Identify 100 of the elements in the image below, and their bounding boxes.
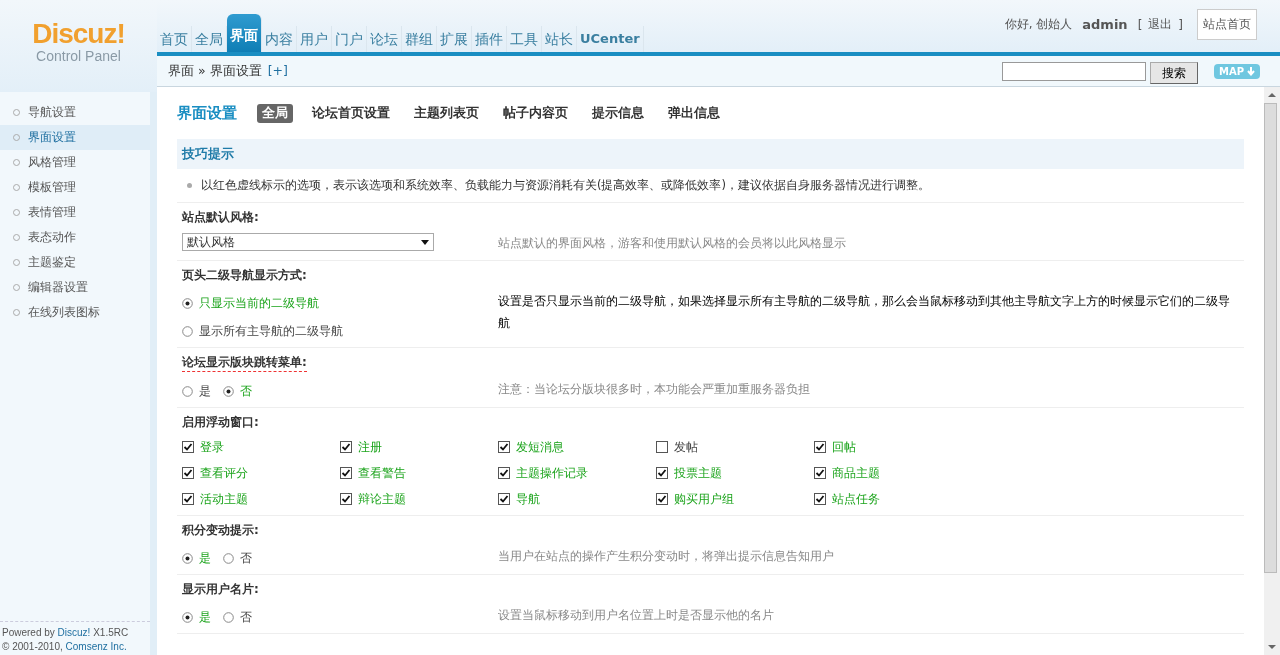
add-link[interactable]: [+] <box>267 62 288 78</box>
option-label[interactable]: 是 <box>199 382 211 400</box>
option-label[interactable]: 商品主题 <box>832 464 880 482</box>
option-label[interactable]: 回帖 <box>832 438 856 456</box>
setting-description: 注意：当论坛分版块很多时，本功能会严重加重服务器负担 <box>498 381 811 398</box>
search-field[interactable] <box>1001 61 1146 81</box>
option-label[interactable]: 否 <box>240 549 252 567</box>
option-label[interactable]: 注册 <box>358 438 382 456</box>
checkbox[interactable] <box>656 441 668 453</box>
setting-label: 论坛显示版块跳转菜单: <box>182 354 307 372</box>
tip-text: 以红色虚线标示的选项，表示该选项和系统效率、负载能力与资源消耗有关(提高效率、或降低效率)，建议依据自身服务器情况进行调整。 <box>201 178 930 193</box>
sidebar-item[interactable]: 模板管理 <box>0 175 150 200</box>
option-label[interactable]: 是 <box>199 549 211 567</box>
down-arrow-icon <box>1247 66 1255 76</box>
checkbox[interactable] <box>182 467 194 479</box>
option-label[interactable]: 查看警告 <box>358 464 406 482</box>
scroll-thumb[interactable] <box>1264 103 1277 573</box>
logo-text: Discuz! <box>32 20 125 48</box>
checkbox[interactable] <box>498 441 510 453</box>
bullet-icon <box>187 183 192 188</box>
option-label[interactable]: 购买用户组 <box>674 490 734 508</box>
setting-description: 设置当鼠标移动到用户名位置上时是否显示他的名片 <box>498 607 775 624</box>
sidebar-item[interactable]: 风格管理 <box>0 150 150 175</box>
option-label[interactable]: 否 <box>240 608 252 626</box>
section-tab[interactable]: 提示信息 <box>587 103 649 123</box>
setting-label: 启用浮动窗口: <box>182 414 259 431</box>
option-label[interactable]: 活动主题 <box>200 490 248 508</box>
checkbox[interactable] <box>814 493 826 505</box>
option-label[interactable]: 发帖 <box>674 438 698 456</box>
setting-label: 积分变动提示: <box>182 522 259 539</box>
radio-button[interactable] <box>223 611 234 623</box>
bracket-text: [ <box>1137 17 1143 32</box>
radio-button[interactable] <box>182 611 193 623</box>
section-tab[interactable]: 全局 <box>257 103 293 123</box>
option-label[interactable]: 登录 <box>200 438 224 456</box>
section-tab[interactable]: 主题列表页 <box>409 103 484 123</box>
tips-title: 技巧提示 <box>177 139 1244 169</box>
option-label[interactable]: 导航 <box>516 490 540 508</box>
checkbox[interactable] <box>182 441 194 453</box>
sidebar-item[interactable]: 在线列表图标 <box>0 300 150 325</box>
setting-description: 站点默认的界面风格，游客和使用默认风格的会员将以此风格显示 <box>498 235 847 252</box>
checkbox[interactable] <box>340 467 352 479</box>
bullet-icon <box>13 234 20 241</box>
option-label[interactable]: 显示所有主导航的二级导航 <box>199 322 343 340</box>
sidebar-item[interactable]: 界面设置 <box>0 125 150 150</box>
section-tab[interactable]: 帖子内容页 <box>498 103 573 123</box>
search-button[interactable]: 搜索 <box>1149 62 1198 84</box>
radio-button[interactable] <box>223 552 234 564</box>
checkbox[interactable] <box>498 493 510 505</box>
option-label[interactable]: 否 <box>240 382 252 400</box>
sidebar-item[interactable]: 主题鉴定 <box>0 250 150 275</box>
section-tab[interactable]: 弹出信息 <box>663 103 725 123</box>
checkbox[interactable] <box>182 493 194 505</box>
bullet-icon <box>13 109 20 116</box>
sidebar-item[interactable]: 表态动作 <box>0 225 150 250</box>
copyright-text: © 2001-2010, Comsenz Inc. <box>2 641 128 652</box>
logout-link[interactable]: 退出 <box>1148 16 1173 33</box>
site-home-button[interactable]: 站点首页 <box>1197 9 1257 40</box>
checkbox[interactable] <box>814 441 826 453</box>
checkbox[interactable] <box>498 467 510 479</box>
logo-subtitle: Control Panel <box>36 48 121 64</box>
bullet-icon <box>13 309 20 316</box>
style-select[interactable]: 默认风格 <box>182 233 434 251</box>
checkbox[interactable] <box>656 467 668 479</box>
checkbox[interactable] <box>814 467 826 479</box>
nav-tab[interactable]: 界面 <box>227 14 262 52</box>
bullet-icon <box>13 134 20 141</box>
radio-button[interactable] <box>182 385 193 397</box>
caret-icon <box>421 239 429 245</box>
radio-button[interactable] <box>182 297 193 309</box>
company-link[interactable]: Comsenz Inc. <box>65 641 127 652</box>
radio-button[interactable] <box>182 552 193 564</box>
bullet-icon <box>13 259 20 266</box>
user-name: admin <box>1082 17 1128 32</box>
page-title: 界面设置 <box>177 103 237 123</box>
option-label[interactable]: 站点任务 <box>832 490 880 508</box>
section-tab[interactable]: 论坛首页设置 <box>307 103 395 123</box>
checkbox[interactable] <box>340 441 352 453</box>
checkbox[interactable] <box>656 493 668 505</box>
greeting-text: 你好, 创始人 <box>1004 16 1073 33</box>
scrollbar[interactable] <box>1264 87 1280 655</box>
radio-button[interactable] <box>182 325 193 337</box>
option-label[interactable]: 发短消息 <box>516 438 564 456</box>
bracket-text: ] <box>1178 17 1183 32</box>
option-label[interactable]: 辩论主题 <box>358 490 406 508</box>
radio-button[interactable] <box>223 385 234 397</box>
powered-by-text: Powered by Discuz! X1.5RC <box>2 627 130 638</box>
option-label[interactable]: 是 <box>199 608 211 626</box>
option-label[interactable]: 投票主题 <box>674 464 722 482</box>
product-link[interactable]: Discuz! <box>57 627 91 638</box>
bullet-icon <box>13 284 20 291</box>
sidebar-item[interactable]: 编辑器设置 <box>0 275 150 300</box>
setting-description: 当用户在站点的操作产生积分变动时，将弹出提示信息告知用户 <box>498 548 835 565</box>
setting-label: 站点默认风格: <box>182 209 259 226</box>
checkbox[interactable] <box>340 493 352 505</box>
sidebar-item[interactable]: 表情管理 <box>0 200 150 225</box>
option-label[interactable]: 只显示当前的二级导航 <box>199 294 319 312</box>
sidebar-item[interactable]: 导航设置 <box>0 100 150 125</box>
option-label[interactable]: 主题操作记录 <box>516 464 588 482</box>
option-label[interactable]: 查看评分 <box>200 464 248 482</box>
